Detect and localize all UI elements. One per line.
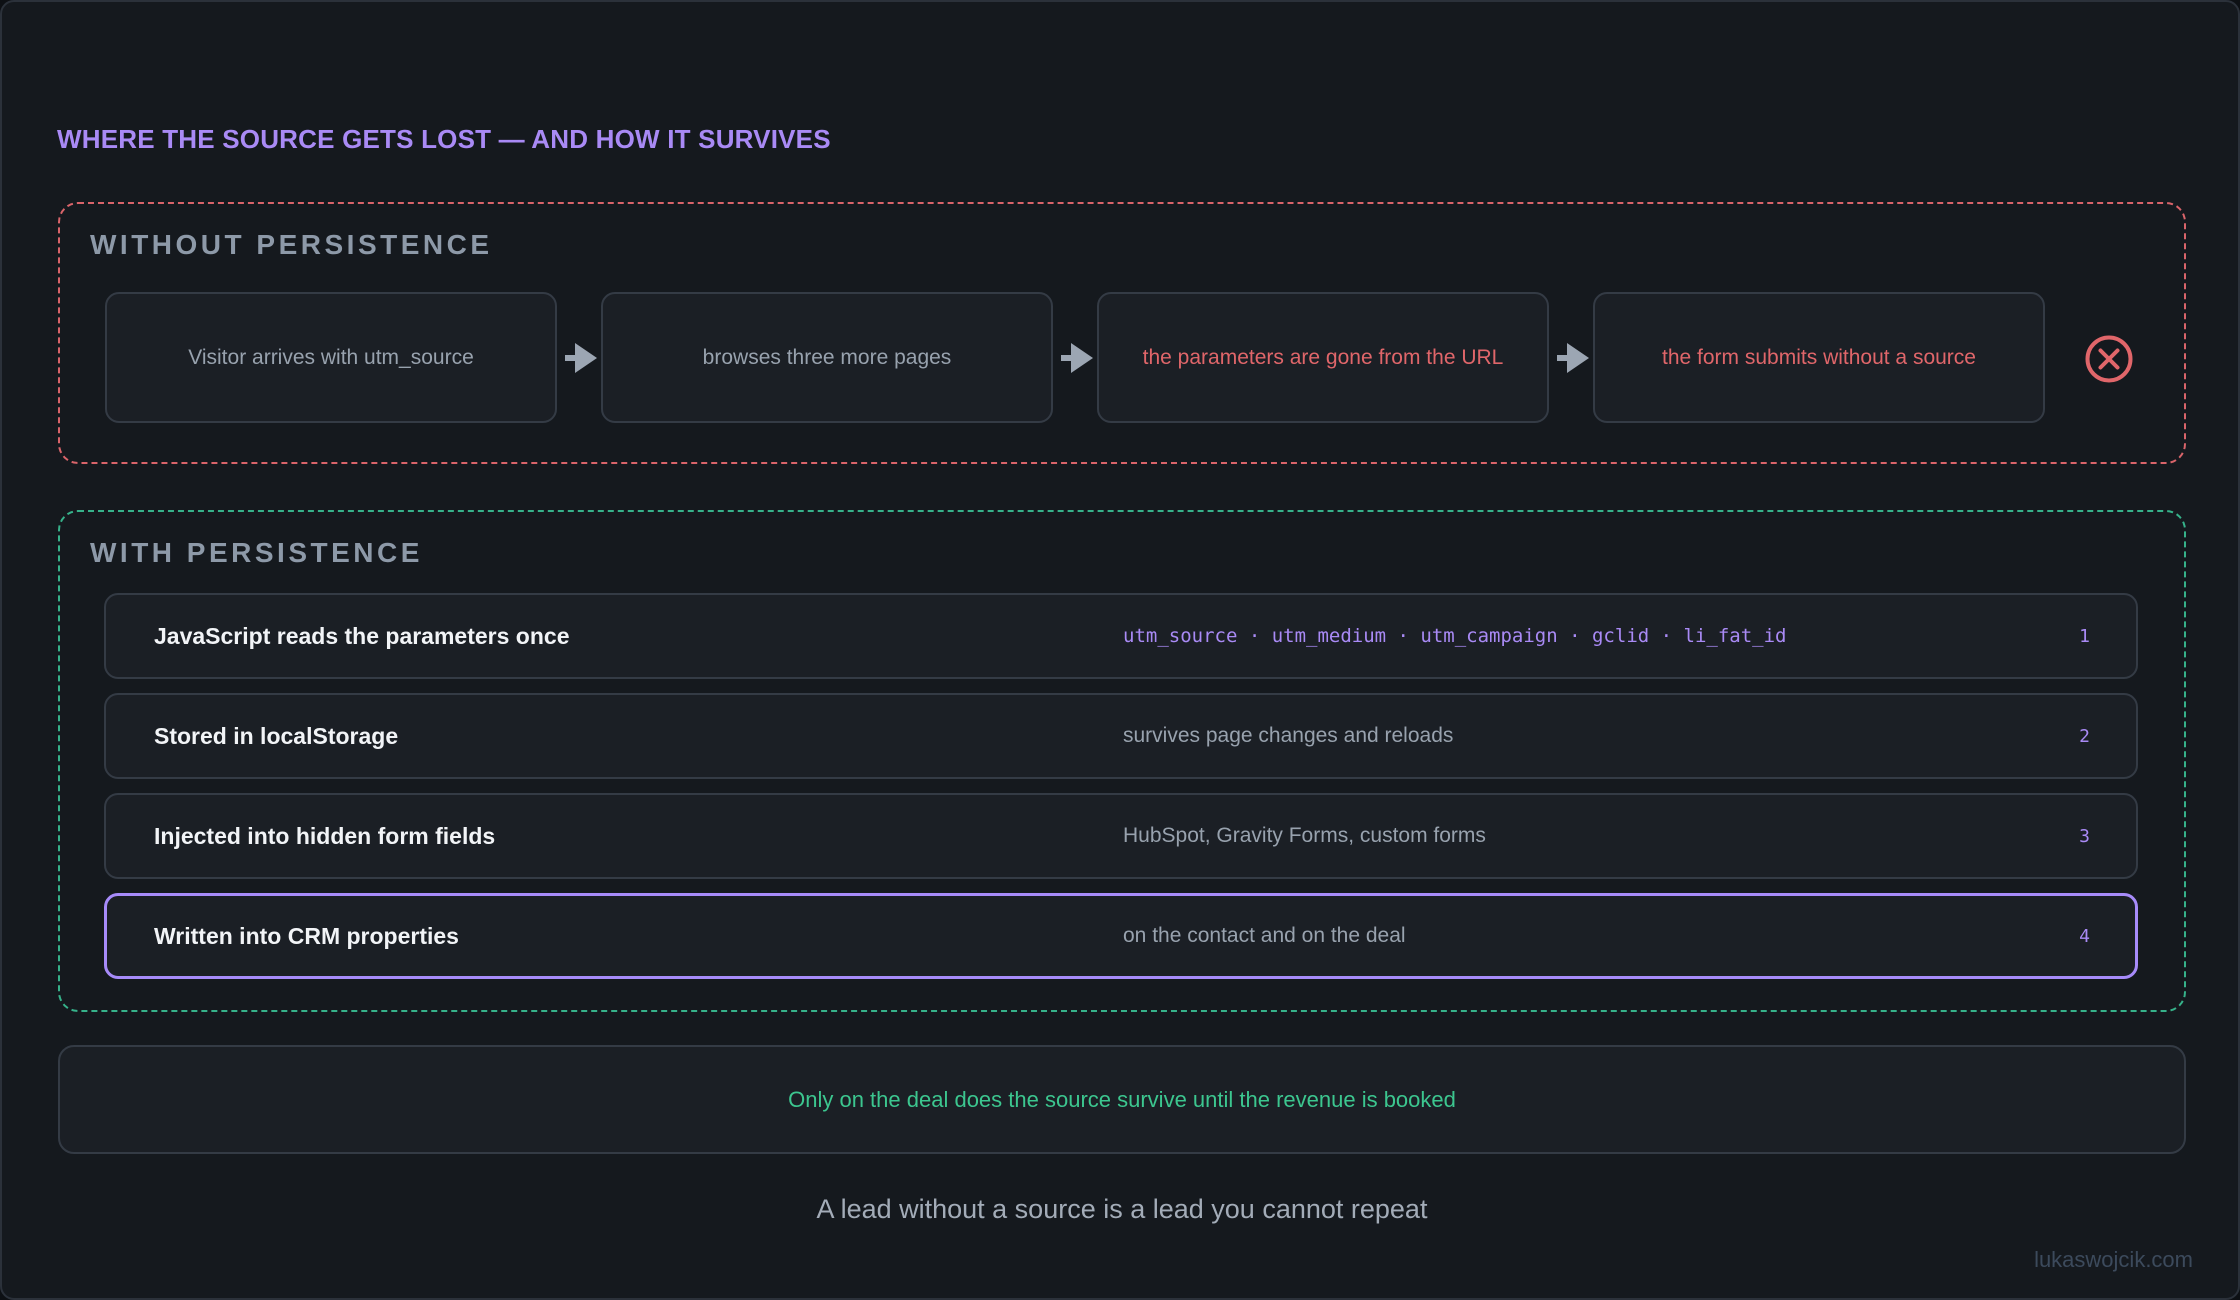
step-browses-pages: browses three more pages xyxy=(601,292,1053,423)
row-number: 1 xyxy=(2079,625,2090,647)
persistence-step-inject: Injected into hidden form fields HubSpot… xyxy=(104,793,2138,879)
step-form-submits: the form submits without a source xyxy=(1593,292,2045,423)
deal-note: Only on the deal does the source survive… xyxy=(58,1045,2186,1154)
row-detail: HubSpot, Gravity Forms, custom forms xyxy=(1123,824,1486,847)
row-title: Injected into hidden form fields xyxy=(154,822,496,849)
arrow-right-icon xyxy=(1061,341,1095,375)
caption: A lead without a source is a lead you ca… xyxy=(816,1194,1428,1224)
persistence-step-read: JavaScript reads the parameters once utm… xyxy=(104,593,2138,679)
step-parameters-gone: the parameters are gone from the URL xyxy=(1097,292,1549,423)
row-title: Written into CRM properties xyxy=(154,922,459,949)
arrow-right-icon xyxy=(1557,341,1591,375)
row-title: Stored in localStorage xyxy=(154,722,399,749)
without-persistence-label: WITHOUT PERSISTENCE xyxy=(90,229,493,260)
credit-link[interactable]: lukaswojcik.com xyxy=(2034,1247,2193,1273)
row-detail: utm_source · utm_medium · utm_campaign ·… xyxy=(1123,625,1787,647)
row-title: JavaScript reads the parameters once xyxy=(154,622,570,649)
arrow-right-icon xyxy=(565,341,599,375)
diagram-frame: WHERE THE SOURCE GETS LOST — AND HOW IT … xyxy=(0,0,2240,1300)
row-number: 4 xyxy=(2079,925,2090,947)
row-number: 3 xyxy=(2079,825,2090,847)
page-title: WHERE THE SOURCE GETS LOST — AND HOW IT … xyxy=(57,124,831,154)
with-persistence-label: WITH PERSISTENCE xyxy=(90,537,423,568)
row-number: 2 xyxy=(2079,725,2090,747)
persistence-step-crm: Written into CRM properties on the conta… xyxy=(104,893,2138,979)
row-detail: on the contact and on the deal xyxy=(1123,924,1406,947)
deal-note-text: Only on the deal does the source survive… xyxy=(788,1086,1456,1112)
row-detail: survives page changes and reloads xyxy=(1123,724,1454,747)
persistence-step-store: Stored in localStorage survives page cha… xyxy=(104,693,2138,779)
step-visitor-arrives: Visitor arrives with utm_source xyxy=(105,292,557,423)
x-circle-icon xyxy=(2085,335,2133,383)
